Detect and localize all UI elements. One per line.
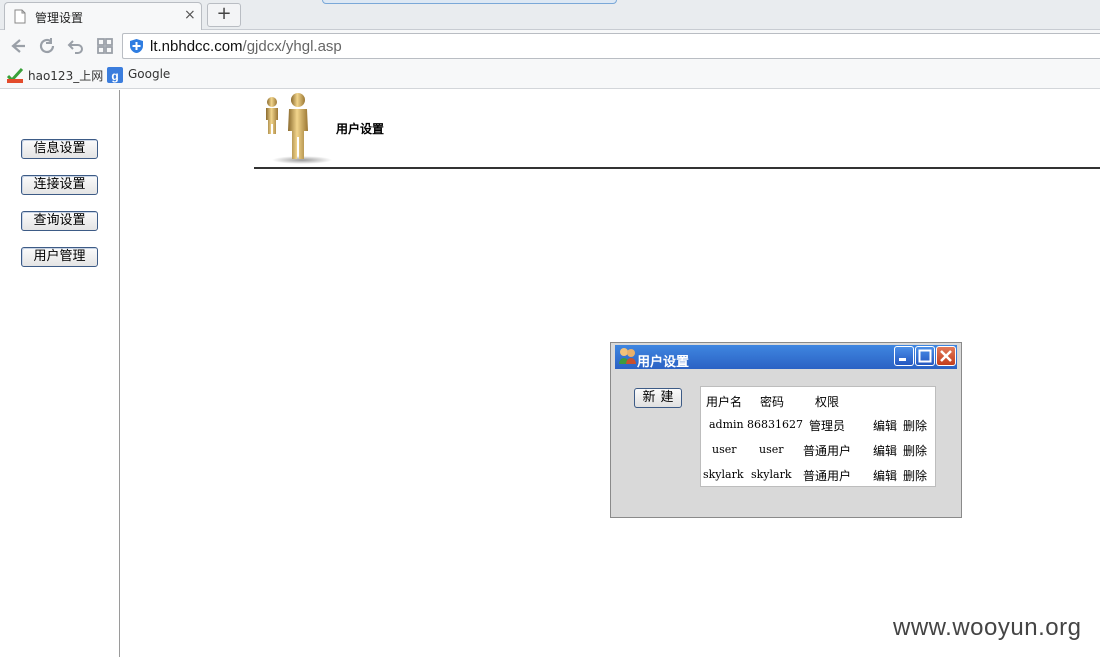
cell-role: 管理员 bbox=[809, 419, 846, 433]
navigation-bar: lt.nbhdcc.com/gjdcx/yhgl.asp bbox=[0, 30, 1100, 62]
google-icon: g bbox=[107, 67, 123, 83]
hao123-icon bbox=[7, 67, 23, 83]
watermark: www.wooyun.org bbox=[893, 614, 1082, 641]
bookmarks-bar: hao123_上网 g Google bbox=[0, 62, 1100, 89]
cell-password: 86831627 bbox=[747, 418, 803, 431]
page-icon bbox=[14, 9, 26, 24]
address-url: lt.nbhdcc.com/gjdcx/yhgl.asp bbox=[150, 38, 342, 55]
reload-icon[interactable] bbox=[37, 36, 57, 56]
tab-close-button[interactable]: × bbox=[184, 7, 196, 23]
sidebar-item-info-settings[interactable]: 信息设置 bbox=[21, 139, 98, 159]
edit-link[interactable]: 编辑 bbox=[873, 417, 897, 434]
header-divider bbox=[254, 167, 1100, 169]
user-table: 用户名 密码 权限 admin 86831627 管理员 编辑 删除 user … bbox=[700, 386, 936, 487]
dialog-title-bar[interactable]: 用户设置 bbox=[615, 345, 957, 370]
cell-username: user bbox=[712, 443, 737, 456]
cell-role: 普通用户 bbox=[803, 469, 852, 483]
dialog-title: 用户设置 bbox=[637, 355, 690, 370]
sidebar-item-connection-settings[interactable]: 连接设置 bbox=[21, 175, 98, 195]
bookmark-google[interactable]: Google bbox=[128, 67, 170, 81]
tab-strip: 管理设置 × + bbox=[0, 0, 1100, 30]
tab-title: 管理设置 bbox=[35, 11, 84, 25]
minimize-icon bbox=[899, 358, 906, 361]
back-icon[interactable] bbox=[8, 36, 28, 56]
cell-username: admin bbox=[709, 418, 744, 431]
table-row: skylark skylark 普通用户 编辑 删除 bbox=[701, 464, 937, 484]
table-row: user user 普通用户 编辑 删除 bbox=[701, 439, 937, 459]
delete-link[interactable]: 删除 bbox=[903, 442, 927, 459]
url-host: lt.nbhdcc.com bbox=[150, 38, 243, 55]
maximize-icon bbox=[918, 349, 932, 363]
column-header-username: 用户名 bbox=[706, 395, 743, 409]
delete-link[interactable]: 删除 bbox=[903, 417, 927, 434]
cell-password: skylark bbox=[751, 468, 792, 481]
undo-close-icon[interactable] bbox=[66, 36, 86, 56]
users-icon bbox=[619, 348, 636, 364]
close-icon bbox=[940, 350, 952, 362]
column-header-password: 密码 bbox=[760, 395, 785, 409]
security-shield-icon bbox=[130, 39, 143, 53]
url-path: /gjdcx/yhgl.asp bbox=[242, 38, 342, 55]
sidebar-item-query-settings[interactable]: 查询设置 bbox=[21, 211, 98, 231]
address-bar[interactable]: lt.nbhdcc.com/gjdcx/yhgl.asp bbox=[122, 33, 1100, 59]
cell-role: 普通用户 bbox=[803, 444, 852, 458]
maximize-button[interactable] bbox=[915, 346, 935, 366]
edit-link[interactable]: 编辑 bbox=[873, 467, 897, 484]
new-tab-button[interactable]: + bbox=[207, 3, 241, 27]
cell-username: skylark bbox=[703, 468, 744, 481]
minimize-button[interactable] bbox=[894, 346, 914, 366]
close-button[interactable] bbox=[936, 346, 956, 366]
download-bar-edge bbox=[322, 0, 617, 4]
column-header-role: 权限 bbox=[815, 395, 840, 409]
delete-link[interactable]: 删除 bbox=[903, 467, 927, 484]
bookmark-hao123[interactable]: hao123_上网 bbox=[28, 67, 103, 84]
table-row: admin 86831627 管理员 编辑 删除 bbox=[701, 414, 937, 434]
page-title: 用户设置 bbox=[336, 122, 385, 136]
users-figure-icon bbox=[266, 93, 332, 164]
sidebar: 信息设置 连接设置 查询设置 用户管理 bbox=[0, 90, 120, 657]
cell-password: user bbox=[759, 443, 784, 456]
svg-text:g: g bbox=[111, 69, 118, 83]
sidebar-item-user-management[interactable]: 用户管理 bbox=[21, 247, 98, 267]
apps-grid-icon[interactable] bbox=[95, 36, 115, 56]
user-settings-dialog: 用户设置 新建 用户名 密码 权限 admin 86831627 管理员 编辑 … bbox=[610, 342, 962, 518]
edit-link[interactable]: 编辑 bbox=[873, 442, 897, 459]
tab-active[interactable]: 管理设置 × bbox=[4, 2, 202, 30]
new-user-button[interactable]: 新建 bbox=[634, 388, 682, 408]
